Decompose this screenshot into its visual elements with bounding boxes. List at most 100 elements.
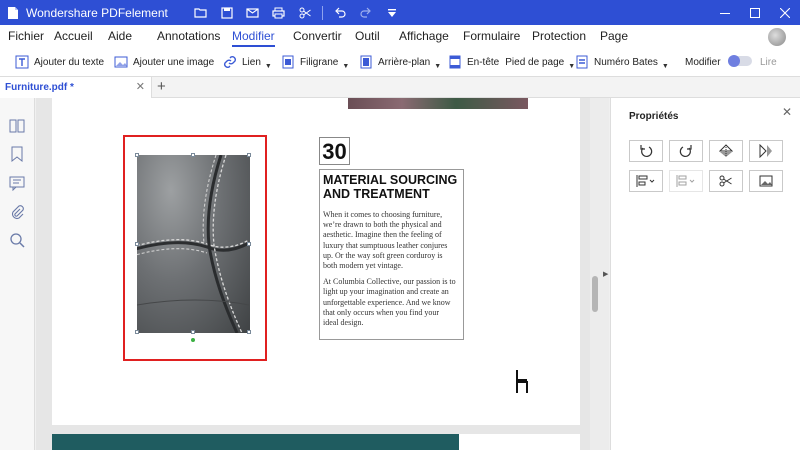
close-window-icon[interactable] xyxy=(770,0,800,25)
add-text-label: Ajouter du texte xyxy=(34,56,105,68)
watermark-label: Filigrane xyxy=(300,56,339,68)
open-folder-icon[interactable] xyxy=(188,0,214,25)
footer-label: Pied de page xyxy=(505,56,565,68)
menu-aide[interactable]: Aide xyxy=(108,29,132,47)
resize-handle[interactable] xyxy=(247,153,251,157)
chevron-down-icon: ▼ xyxy=(661,62,669,70)
link-icon xyxy=(223,55,237,69)
resize-handle[interactable] xyxy=(247,242,251,246)
cut-icon[interactable] xyxy=(292,0,318,25)
tab-furniture[interactable]: Furniture.pdf * ✕ xyxy=(0,77,152,98)
menu-formulaire[interactable]: Formulaire xyxy=(463,29,520,47)
mail-icon[interactable] xyxy=(240,0,266,25)
watermark-icon xyxy=(281,55,295,69)
text-block[interactable]: MATERIAL SOURCING AND TREATMENT When it … xyxy=(319,169,464,340)
save-icon[interactable] xyxy=(214,0,240,25)
properties-title: Propriétés xyxy=(629,111,679,122)
modify-mode-label: Modifier xyxy=(685,53,721,71)
title-bar: Wondershare PDFelement xyxy=(0,0,800,25)
redo-icon[interactable] xyxy=(353,0,379,25)
page-number-box[interactable]: 30 xyxy=(319,137,350,165)
align-icon xyxy=(636,175,655,187)
page-color-band xyxy=(52,434,459,450)
bookmark-icon[interactable] xyxy=(9,146,25,162)
menu-convertir[interactable]: Convertir xyxy=(293,29,342,47)
left-sidebar xyxy=(0,98,35,450)
add-tab-icon[interactable]: + xyxy=(157,78,166,95)
chevron-down-icon: ▼ xyxy=(434,62,442,70)
rotate-left-button[interactable] xyxy=(629,140,663,162)
rotate-right-icon xyxy=(679,145,692,157)
thumbnails-icon[interactable] xyxy=(9,118,25,134)
flip-horizontal-icon xyxy=(759,144,772,158)
header-label: En-tête xyxy=(467,56,500,68)
menu-accueil[interactable]: Accueil xyxy=(54,29,93,47)
resize-handle[interactable] xyxy=(191,330,195,334)
chevron-down-icon: ▼ xyxy=(264,62,272,70)
image-icon xyxy=(114,55,128,69)
menu-page[interactable]: Page xyxy=(600,29,628,47)
separator xyxy=(321,5,323,20)
resize-handle[interactable] xyxy=(135,153,139,157)
background-icon xyxy=(359,55,373,69)
toggle-knob xyxy=(728,55,740,67)
scrollbar-thumb[interactable] xyxy=(592,276,598,312)
search-icon[interactable] xyxy=(9,232,25,248)
print-icon[interactable] xyxy=(266,0,292,25)
link-button[interactable]: Lien ▼ xyxy=(223,53,272,71)
collapse-panel-arrow-icon[interactable]: ▶ xyxy=(603,270,608,278)
add-text-button[interactable]: Ajouter du texte xyxy=(15,53,104,71)
background-label: Arrière-plan xyxy=(378,56,431,68)
pdf-page: 30 MATERIAL SOURCING AND TREATMENT When … xyxy=(52,98,580,425)
paragraph-1: When it comes to choosing furniture, we’… xyxy=(323,210,448,271)
resize-handle[interactable] xyxy=(135,242,139,246)
section-heading: MATERIAL SOURCING AND TREATMENT xyxy=(323,173,458,201)
edit-toolbar: Ajouter du texte Ajouter une image Lien … xyxy=(0,48,800,77)
bates-icon xyxy=(575,55,589,69)
crop-button[interactable] xyxy=(709,170,743,192)
flip-horizontal-button[interactable] xyxy=(749,140,783,162)
resize-handle[interactable] xyxy=(135,330,139,334)
link-label: Lien xyxy=(242,56,261,68)
paragraph-2: At Columbia Collective, our passion is t… xyxy=(323,277,456,328)
close-icon[interactable]: ✕ xyxy=(782,105,792,119)
menu-bar: Fichier Accueil Aide Annotations Modifie… xyxy=(0,25,800,48)
avatar[interactable] xyxy=(768,28,786,46)
leather-image[interactable] xyxy=(137,155,250,333)
close-icon[interactable]: ✕ xyxy=(136,80,145,93)
menu-affichage[interactable]: Affichage xyxy=(399,29,449,47)
undo-icon[interactable] xyxy=(327,0,353,25)
read-mode-label: Lire xyxy=(760,53,777,71)
attachment-icon[interactable] xyxy=(9,204,25,220)
bates-label: Numéro Bates xyxy=(594,56,658,68)
flip-vertical-button[interactable] xyxy=(709,140,743,162)
minimize-icon[interactable] xyxy=(710,0,740,25)
background-button[interactable]: Arrière-plan ▼ xyxy=(359,53,441,71)
header-footer-button[interactable]: En-tête Pied de page ▼ xyxy=(448,53,575,71)
header-footer-icon xyxy=(448,55,462,69)
menu-annotations[interactable]: Annotations xyxy=(157,29,220,47)
menu-protection[interactable]: Protection xyxy=(532,29,586,47)
rotate-right-button[interactable] xyxy=(669,140,703,162)
bates-number-button[interactable]: Numéro Bates ▼ xyxy=(575,53,669,71)
comment-icon[interactable] xyxy=(9,175,25,191)
align-button[interactable] xyxy=(629,170,663,192)
distribute-button[interactable] xyxy=(669,170,703,192)
resize-handle[interactable] xyxy=(247,330,251,334)
maximize-icon[interactable] xyxy=(740,0,770,25)
menu-modifier[interactable]: Modifier xyxy=(232,29,275,47)
add-image-button[interactable]: Ajouter une image xyxy=(114,53,214,71)
rotate-left-icon xyxy=(640,145,653,157)
resize-handle[interactable] xyxy=(191,153,195,157)
quick-access-dropdown-icon[interactable] xyxy=(379,0,405,25)
menu-outil[interactable]: Outil xyxy=(355,29,380,47)
replace-image-icon xyxy=(759,175,773,187)
watermark-button[interactable]: Filigrane ▼ xyxy=(281,53,349,71)
edit-mode-toggle[interactable] xyxy=(728,55,752,67)
next-pdf-page xyxy=(52,434,580,450)
menu-fichier[interactable]: Fichier xyxy=(8,29,44,47)
crop-icon xyxy=(719,175,732,187)
replace-image-button[interactable] xyxy=(749,170,783,192)
text-icon xyxy=(15,55,29,69)
rotate-handle[interactable] xyxy=(191,338,195,342)
